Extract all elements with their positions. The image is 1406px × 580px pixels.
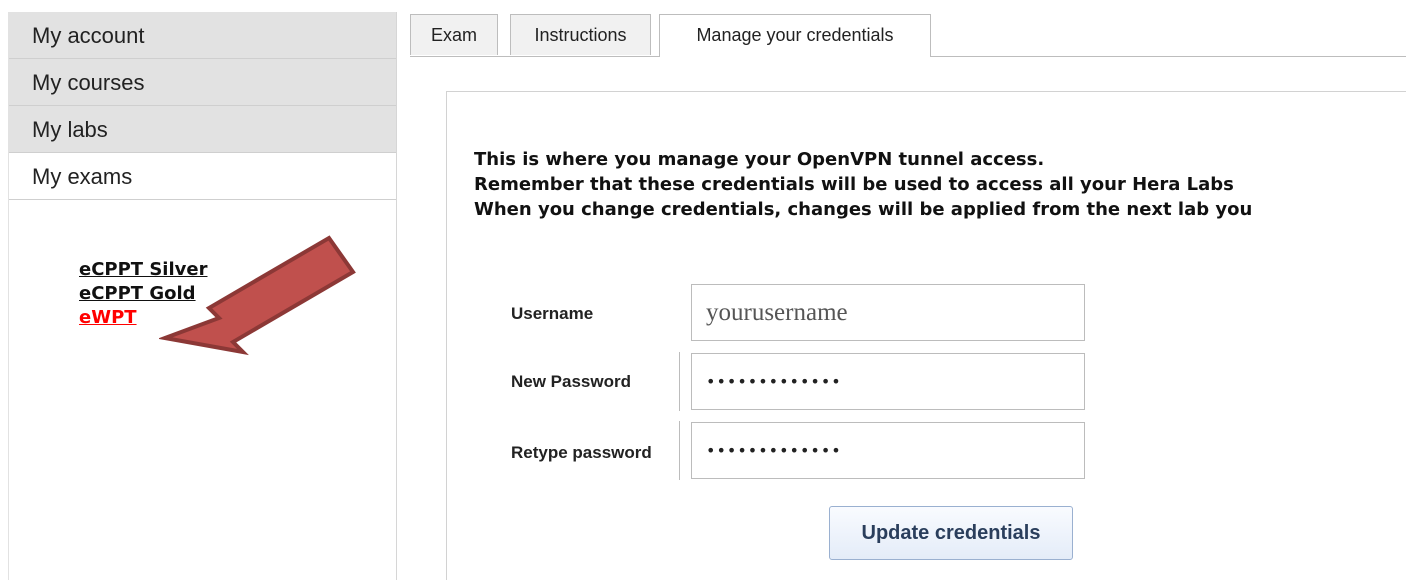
credentials-panel: This is where you manage your OpenVPN tu…	[446, 91, 1406, 580]
new-password-label: New Password	[511, 372, 631, 391]
sidebar-item-my-exams[interactable]: My exams	[9, 153, 396, 200]
tab-instructions[interactable]: Instructions	[510, 14, 651, 55]
intro-text: This is where you manage your OpenVPN tu…	[474, 147, 1252, 222]
tab-manage-credentials[interactable]: Manage your credentials	[659, 14, 931, 57]
tab-bar: Exam Instructions Manage your credential…	[410, 14, 1406, 57]
page: My account My courses My labs My exams e…	[0, 0, 1406, 580]
update-credentials-button[interactable]: Update credentials	[829, 506, 1073, 560]
top-watermark	[0, 0, 1406, 6]
sidebar-item-my-account[interactable]: My account	[9, 12, 396, 59]
intro-line: When you change credentials, changes wil…	[474, 199, 1253, 220]
intro-line: Remember that these credentials will be …	[474, 174, 1234, 195]
sidebar: My account My courses My labs My exams e…	[8, 12, 397, 580]
retype-password-divider	[679, 421, 680, 480]
sidebar-item-my-courses[interactable]: My courses	[9, 59, 396, 106]
new-password-input[interactable]	[691, 353, 1085, 410]
tab-exam[interactable]: Exam	[410, 14, 498, 55]
username-input[interactable]	[691, 284, 1085, 341]
retype-password-label: Retype password	[511, 443, 652, 462]
annotation-arrow-icon	[159, 235, 356, 356]
intro-line: This is where you manage your OpenVPN tu…	[474, 149, 1045, 170]
new-password-divider	[679, 352, 680, 411]
username-label: Username	[511, 304, 594, 323]
retype-password-input[interactable]	[691, 422, 1085, 479]
sidebar-item-my-labs[interactable]: My labs	[9, 106, 396, 153]
